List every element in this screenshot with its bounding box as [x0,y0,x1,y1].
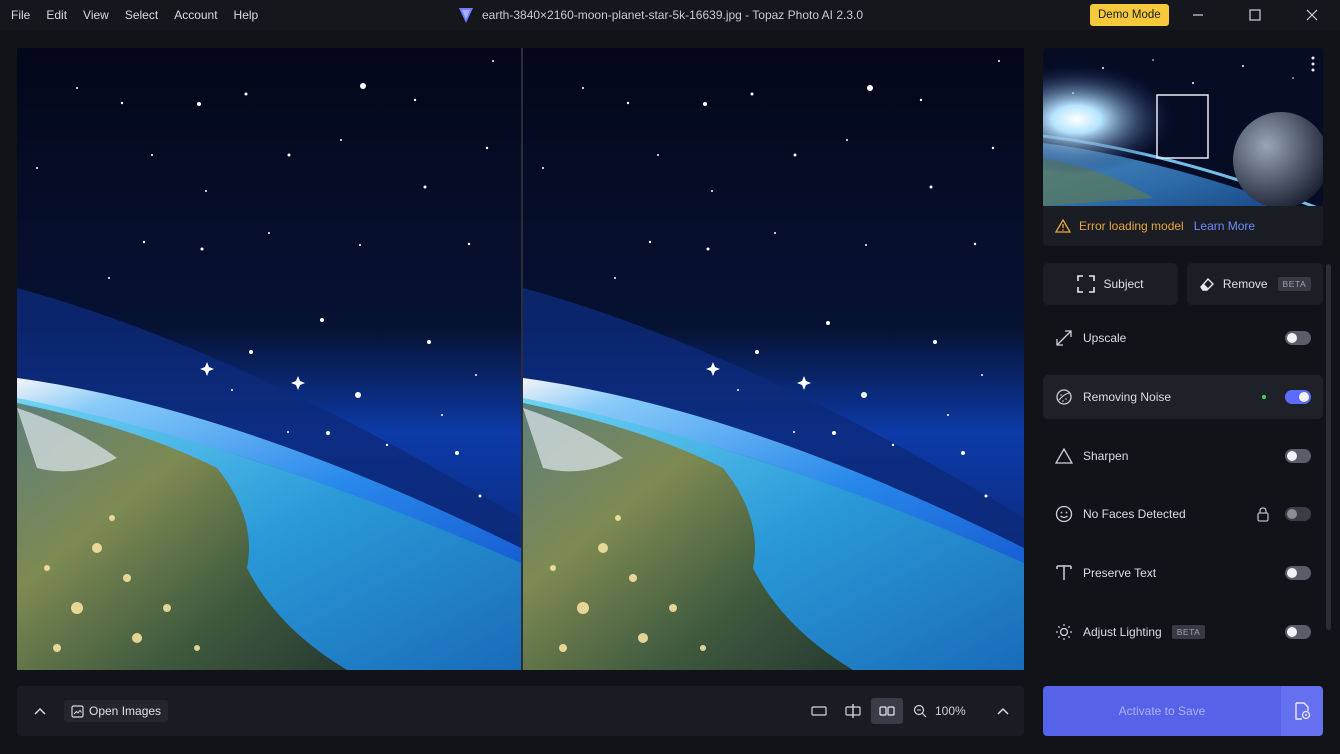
beta-badge: BETA [1277,277,1312,291]
lock-icon [1257,507,1269,522]
learn-more-link[interactable]: Learn More [1194,219,1255,233]
expand-filmstrip-button[interactable] [29,700,51,722]
feature-face-recovery[interactable]: No Faces Detected [1043,494,1323,534]
feature-preserve-text[interactable]: Preserve Text [1043,553,1323,593]
title-bar: File Edit View Select Account Help earth… [0,0,1340,30]
split-view-icon [845,704,861,718]
save-label: Activate to Save [1118,704,1206,718]
single-view-icon [811,706,827,716]
earth-image-processed [523,48,1024,670]
menu-account[interactable]: Account [174,8,217,22]
minimize-button[interactable] [1169,0,1226,30]
remove-button[interactable]: Remove BETA [1187,263,1323,305]
eraser-icon [1199,277,1214,291]
open-images-label: Open Images [89,704,162,718]
feature-label: Upscale [1083,331,1127,345]
subject-label: Subject [1103,277,1144,291]
feature-label: No Faces Detected [1083,507,1186,521]
feature-label: Sharpen [1083,449,1129,463]
topaz-logo-icon [459,8,473,23]
triangle-icon [1055,448,1073,464]
split-view-button[interactable] [837,698,869,724]
feature-label: Preserve Text [1083,566,1157,580]
menu-view[interactable]: View [83,8,109,22]
sun-icon [1056,624,1072,640]
preserve-text-toggle[interactable] [1285,566,1311,580]
beta-badge: BETA [1171,625,1206,639]
activate-to-save-button[interactable]: Activate to Save [1043,686,1281,736]
face-recovery-toggle [1285,507,1311,521]
menu-bar: File Edit View Select Account Help [0,8,274,22]
feature-label: Adjust Lighting [1083,625,1162,639]
menu-file[interactable]: File [11,8,30,22]
export-settings-button[interactable] [1281,686,1323,736]
text-icon [1056,565,1072,580]
maximize-button[interactable] [1226,0,1283,30]
remove-noise-toggle[interactable] [1285,390,1311,404]
close-icon [1306,9,1317,21]
open-images-button[interactable]: Open Images [64,700,169,722]
minimize-icon [1192,14,1203,16]
image-viewer[interactable] [17,48,1024,670]
error-message: Error loading model [1079,219,1184,233]
bottom-toolbar: Open Images 100% [17,686,1024,736]
more-options-icon[interactable] [1311,56,1315,72]
menu-help[interactable]: Help [234,8,259,22]
zoom-icon [913,704,927,718]
sharpen-toggle[interactable] [1285,449,1311,463]
navigator-thumbnail [1043,48,1323,206]
adjust-lighting-toggle[interactable] [1285,625,1311,639]
export-file-icon [1295,702,1311,720]
chevron-up-icon[interactable] [997,707,1009,715]
zoom-control[interactable]: 100% [913,704,1009,718]
single-view-button[interactable] [803,698,835,724]
side-by-side-view-button[interactable] [871,698,903,724]
image-icon [71,704,84,718]
upscale-toggle[interactable] [1285,331,1311,345]
menu-edit[interactable]: Edit [46,8,67,22]
upscale-arrows-icon [1056,330,1072,346]
window-controls [1169,0,1340,30]
view-controls: 100% [803,698,1009,724]
subject-button[interactable]: Subject [1043,263,1178,305]
zoom-level: 100% [935,704,966,718]
window-title-group: earth-3840×2160-moon-planet-star-5k-1663… [458,0,863,30]
model-error-banner: Error loading model Learn More [1043,206,1323,246]
maximize-icon [1248,9,1261,21]
remove-label: Remove [1222,277,1268,291]
menu-select[interactable]: Select [125,8,158,22]
subject-select-icon [1077,275,1096,293]
window-title: earth-3840×2160-moon-planet-star-5k-1663… [482,8,864,22]
demo-mode-badge[interactable]: Demo Mode [1090,4,1169,26]
face-icon [1055,505,1073,523]
warning-icon [1055,219,1071,233]
side-by-side-icon [879,706,895,716]
feature-remove-noise[interactable]: Removing Noise [1043,375,1323,419]
navigator-preview[interactable] [1043,48,1323,206]
status-dot [1262,395,1266,399]
chevron-up-icon [34,707,46,715]
processed-image-pane[interactable] [523,48,1024,670]
feature-upscale[interactable]: Upscale [1043,318,1323,358]
feature-adjust-lighting[interactable]: Adjust Lighting BETA [1043,612,1323,652]
denoise-icon [1056,389,1072,405]
earth-image-original [17,48,521,670]
close-button[interactable] [1283,0,1340,30]
feature-sharpen[interactable]: Sharpen [1043,436,1323,476]
feature-label: Removing Noise [1083,390,1172,404]
panel-scrollbar[interactable] [1326,264,1331,630]
original-image-pane[interactable] [17,48,521,670]
